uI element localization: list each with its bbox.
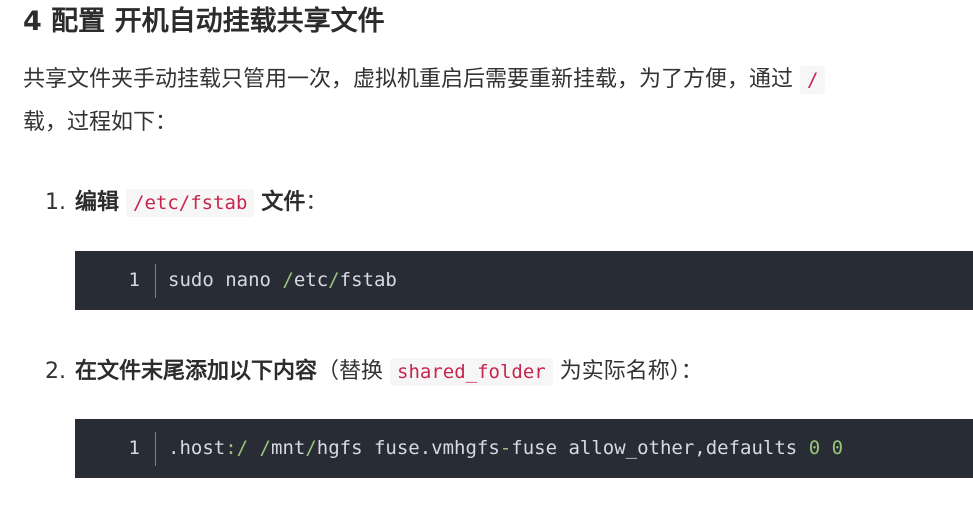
code-token: .host [168, 437, 226, 459]
code-token: 0 [808, 437, 821, 459]
step-2-number: 2. [45, 359, 66, 384]
step-1: 1. 编辑 /etc/fstab 文件： [45, 183, 327, 223]
step-2-paren-close: 为实际名称）： [559, 359, 703, 384]
code-token: / [305, 437, 317, 459]
intro-paragraph: 共享文件夹手动挂载只管用一次，虚拟机重启后需要重新挂载，为了方便，通过 / 载，… [23, 58, 973, 144]
line-number: 1 [128, 269, 140, 291]
step-2-paren-open: （替换 [317, 359, 384, 384]
code-token: fuse allow_other,defaults [511, 437, 809, 459]
code-block-1[interactable]: 1 sudo nano /etc/fstab [75, 251, 973, 310]
code-token: :/ [225, 437, 249, 459]
line-number-gutter: 1 [75, 419, 155, 478]
gutter-divider [155, 264, 156, 298]
line-number-gutter: 1 [75, 251, 155, 310]
code-token: mnt [271, 437, 306, 459]
code-token: - [499, 437, 512, 459]
step-2: 2. 在文件末尾添加以下内容（替换 shared_folder 为实际名称）： [45, 352, 703, 392]
code-block-2[interactable]: 1 .host:/ /mnt/hgfs fuse.vmhgfs-fuse all… [75, 419, 973, 478]
step-1-suffix: ： [305, 190, 328, 215]
code-token: / [282, 269, 294, 291]
code-line: .host:/ /mnt/hgfs fuse.vmhgfs-fuse allow… [168, 433, 843, 463]
step-1-label-after: 文件 [261, 190, 306, 215]
step-1-number: 1. [45, 190, 66, 215]
step-1-code: /etc/fstab [126, 189, 255, 217]
code-token: etc [293, 269, 329, 291]
line-number: 1 [128, 437, 140, 459]
code-token: / [328, 269, 340, 291]
step-2-code: shared_folder [390, 358, 553, 386]
code-token: hgfs fuse.vmhgfs [316, 437, 500, 459]
intro-text-1: 共享文件夹手动挂载只管用一次，虚拟机重启后需要重新挂载，为了方便，通过 [23, 67, 794, 92]
inline-code-path: / [800, 66, 826, 94]
intro-line-1: 共享文件夹手动挂载只管用一次，虚拟机重启后需要重新挂载，为了方便，通过 / [23, 58, 973, 101]
gutter-divider [155, 432, 156, 466]
code-line: sudo nano /etc/fstab [168, 265, 397, 295]
code-token: fstab [339, 269, 397, 291]
code-token: 0 [831, 437, 844, 459]
step-1-label-before: 编辑 [75, 190, 120, 215]
step-2-label: 在文件末尾添加以下内容 [75, 359, 318, 384]
code-token: / [259, 437, 271, 459]
intro-line-2: 载，过程如下： [23, 110, 178, 135]
code-token: sudo nano [168, 269, 283, 291]
section-heading: 4 配置 开机自动挂载共享文件 [23, 6, 385, 37]
